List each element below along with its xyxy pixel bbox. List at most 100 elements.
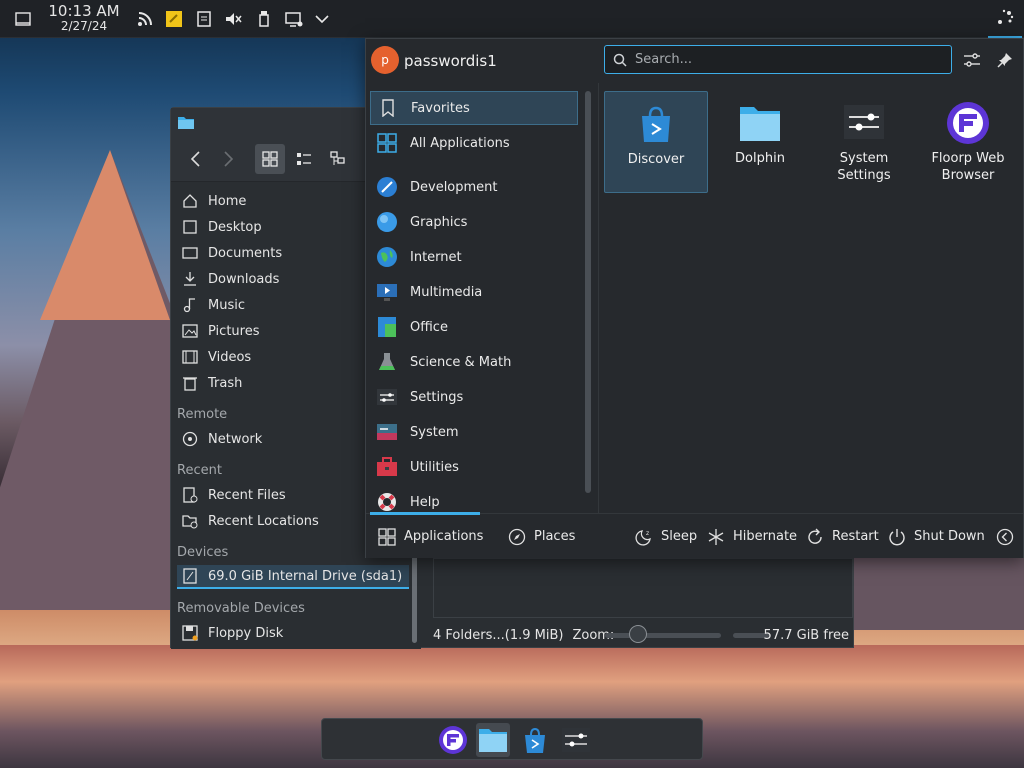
compact-view-icon [297, 153, 311, 165]
dolphin-statusbar: 4 Folders...(1.9 MiB) Zoom: 57.7 GiB fre… [433, 624, 853, 646]
category-favorites[interactable]: Favorites [370, 91, 578, 125]
compact-view-button[interactable] [289, 144, 319, 174]
places-item-internal-drive[interactable]: 69.0 GiB Internal Drive (sda1) [177, 565, 409, 589]
pin-button[interactable] [993, 48, 1017, 72]
app-discover[interactable]: Discover [604, 91, 708, 193]
clipboard-notes-icon[interactable] [165, 10, 183, 28]
places-section-devices: Devices [177, 545, 229, 560]
restart-button[interactable]: Restart [805, 514, 879, 559]
app-floorp-web-browser[interactable]: Floorp Web Browser [916, 91, 1020, 193]
app-label: System Settings [837, 151, 891, 183]
bookmark-icon [377, 97, 399, 119]
compass-icon [507, 527, 527, 547]
launcher-divider [598, 83, 599, 513]
top-panel: 10:13 AM 2/27/24 [0, 0, 1024, 38]
user-name: passwordis1 [404, 52, 497, 70]
icons-view-button[interactable] [255, 144, 285, 174]
all-apps-grid-icon [376, 132, 398, 154]
places-item-label: Trash [208, 375, 243, 391]
tab-applications-label: Applications [404, 529, 484, 544]
application-launcher-button[interactable] [988, 0, 1022, 38]
notes-icon[interactable] [195, 10, 213, 28]
category-help[interactable]: Help [370, 485, 578, 514]
app-dolphin[interactable]: Dolphin [708, 91, 812, 193]
places-item-label: Home [208, 193, 247, 209]
category-scrollbar[interactable] [585, 91, 591, 493]
places-item-label: Pictures [208, 323, 260, 339]
category-label: Help [410, 494, 440, 510]
category-settings[interactable]: Settings [370, 380, 578, 414]
hard-drive-icon [181, 568, 199, 584]
more-power-options-button[interactable] [995, 514, 1022, 559]
back-button[interactable] [181, 144, 211, 174]
recent-locations-icon [181, 513, 199, 529]
app-label: Dolphin [735, 151, 785, 166]
file-view-area[interactable] [433, 558, 853, 618]
category-science-math[interactable]: Science & Math [370, 345, 578, 379]
configure-button[interactable] [960, 48, 984, 72]
app-label: Floorp Web Browser [931, 151, 1005, 183]
category-office[interactable]: Office [370, 310, 578, 344]
places-item-label: Network [208, 431, 263, 447]
zoom-slider[interactable] [605, 633, 721, 638]
category-internet[interactable]: Internet [370, 240, 578, 274]
sleep-icon: z [634, 527, 654, 547]
dock-item-discover[interactable] [518, 723, 552, 757]
category-all-applications[interactable]: All Applications [370, 126, 578, 160]
tab-places[interactable]: Places [507, 514, 575, 559]
recent-files-icon [181, 487, 199, 503]
shutdown-button[interactable]: Shut Down [887, 514, 985, 559]
search-field[interactable] [604, 45, 952, 74]
places-item-floppy-disk[interactable]: Floppy Disk [177, 621, 409, 645]
search-icon [613, 53, 627, 67]
show-desktop-button[interactable] [8, 0, 38, 38]
dock-item-system-settings[interactable] [559, 723, 593, 757]
details-view-button[interactable] [323, 144, 353, 174]
category-list: Favorites All Applications Development G… [370, 89, 578, 514]
app-system-settings[interactable]: System Settings [812, 91, 916, 193]
category-label: Internet [410, 249, 462, 265]
muted-speaker-icon[interactable] [224, 10, 242, 28]
category-multimedia[interactable]: Multimedia [370, 275, 578, 309]
rss-icon[interactable] [136, 10, 154, 28]
network-globe-icon [181, 431, 199, 447]
avatar[interactable]: p [371, 46, 399, 74]
zoom-slider-handle[interactable] [629, 625, 647, 643]
music-note-icon [181, 297, 199, 313]
category-label: Office [410, 319, 448, 335]
search-input[interactable] [635, 52, 935, 67]
launcher-footer: Applications Places z Sleep Hibernate Re… [366, 512, 1023, 559]
category-label: Multimedia [410, 284, 483, 300]
task-manager-dock [321, 718, 703, 760]
places-section-removable: Removable Devices [177, 601, 305, 616]
chevron-down-icon[interactable] [313, 10, 331, 28]
tab-applications[interactable]: Applications [377, 514, 483, 559]
power-icon [887, 527, 907, 547]
picture-icon [181, 323, 199, 339]
places-item-label: Recent Locations [208, 513, 319, 529]
category-development[interactable]: Development [370, 170, 578, 204]
hibernate-button[interactable]: Hibernate [706, 514, 797, 559]
category-label: Settings [410, 389, 464, 405]
network-icon[interactable] [285, 10, 303, 28]
chevron-left-circle-icon [995, 527, 1015, 547]
floorp-icon [439, 726, 467, 754]
category-system[interactable]: System [370, 415, 578, 449]
category-graphics[interactable]: Graphics [370, 205, 578, 239]
category-utilities[interactable]: Utilities [370, 450, 578, 484]
digital-clock[interactable]: 10:13 AM 2/27/24 [44, 4, 124, 34]
usb-icon[interactable] [255, 10, 273, 28]
dock-item-dolphin[interactable] [476, 723, 510, 757]
dock-item-floorp[interactable] [436, 723, 470, 757]
pin-icon [997, 53, 1012, 68]
sleep-button[interactable]: z Sleep [634, 514, 697, 559]
forward-button[interactable] [213, 144, 243, 174]
application-launcher: p passwordis1 Favorites All Applications… [365, 38, 1024, 558]
places-item-label: Documents [208, 245, 283, 261]
science-flask-icon [376, 351, 398, 373]
svg-text:z: z [646, 530, 649, 537]
favorites-grid: Discover Dolphin System Settings Floorp … [604, 91, 1020, 511]
show-desktop-icon [15, 12, 31, 26]
sliders-icon [964, 53, 980, 67]
system-settings-icon [562, 728, 590, 752]
